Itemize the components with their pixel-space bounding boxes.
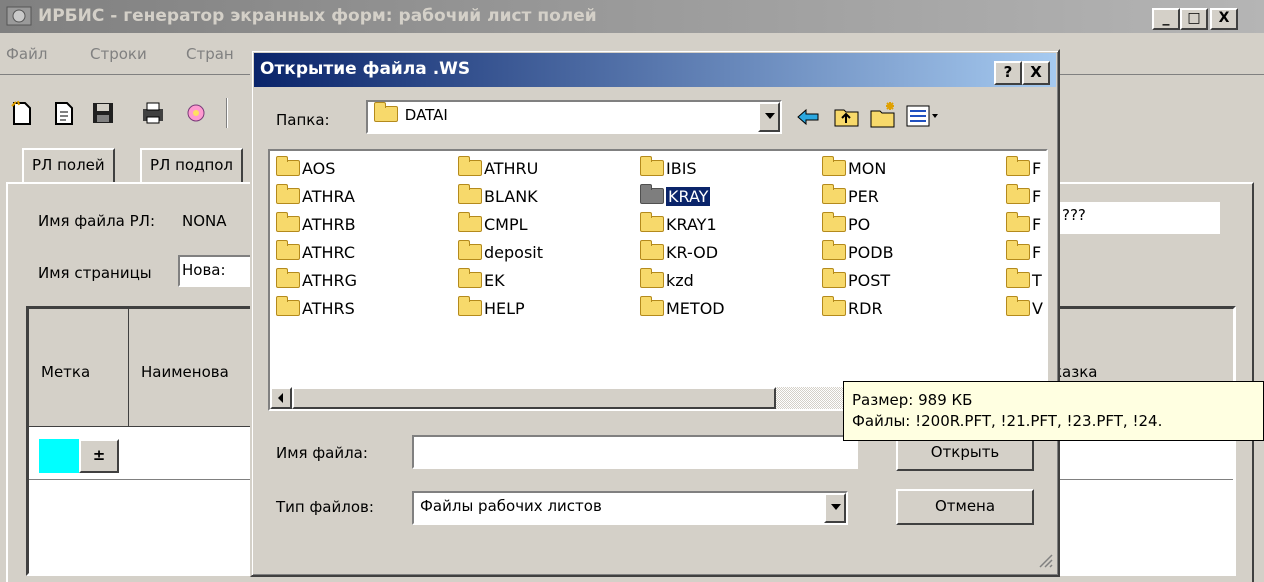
folder-list[interactable]: AOS ATHRA ATHRB ATHRC ATHRG ATHRS ATHRU …: [268, 149, 1048, 411]
dialog-title-bar[interactable]: Открытие файла .WS ? X: [254, 53, 1056, 87]
filetype-combo[interactable]: Файлы рабочих листов: [412, 491, 848, 525]
filename-label: Имя файла:: [276, 444, 368, 462]
folder-label: Папка:: [276, 111, 330, 129]
chevron-down-icon[interactable]: [758, 102, 780, 132]
tab-subfields-worklist[interactable]: РЛ подпол: [140, 148, 244, 184]
folder-item[interactable]: ATHRS: [276, 296, 355, 321]
folder-item[interactable]: CMPL: [458, 212, 528, 237]
folder-item[interactable]: IBIS: [640, 156, 697, 181]
folder-tooltip: Размер: 989 КБ Файлы: !200R.PFT, !21.PFT…: [843, 381, 1264, 441]
resize-grip-icon[interactable]: [1036, 551, 1054, 569]
scroll-thumb[interactable]: [292, 387, 776, 409]
folder-item[interactable]: F: [1006, 156, 1041, 181]
new-folder-icon[interactable]: [870, 101, 898, 129]
row-color-cell[interactable]: [39, 439, 79, 473]
page-name-field[interactable]: Нова:: [178, 255, 252, 287]
folder-item[interactable]: BLANK: [458, 184, 538, 209]
tab-fields-worklist[interactable]: РЛ полей: [22, 148, 115, 184]
folder-item[interactable]: F: [1006, 184, 1041, 209]
view-menu-icon[interactable]: [906, 105, 940, 127]
minimize-button[interactable]: _: [1152, 8, 1180, 30]
page-name-label: Имя страницы: [38, 264, 152, 282]
maximize-button[interactable]: □: [1180, 8, 1208, 30]
tooltip-size: Размер: 989 КБ: [852, 391, 973, 409]
save-icon[interactable]: [92, 102, 114, 124]
main-title-bar[interactable]: ИРБИС - генератор экранных форм: рабочий…: [0, 0, 1264, 33]
chevron-down-icon[interactable]: [824, 493, 846, 523]
folder-item[interactable]: deposit: [458, 240, 543, 265]
folder-item[interactable]: METOD: [640, 296, 725, 321]
folder-icon: [374, 102, 398, 122]
new-icon[interactable]: [10, 100, 34, 126]
folder-item[interactable]: HELP: [458, 296, 525, 321]
open-file-dialog: Открытие файла .WS ? X Папка: DATAI AOS …: [250, 49, 1060, 577]
folder-item[interactable]: EK: [458, 268, 505, 293]
help-button[interactable]: ?: [994, 61, 1022, 85]
folder-item[interactable]: PO: [822, 212, 870, 237]
column-header-name[interactable]: Наименова: [129, 309, 253, 427]
folder-item[interactable]: ATHRG: [276, 268, 357, 293]
worklist-file-field-tail[interactable]: ???: [1060, 202, 1220, 234]
chevron-left-icon: [278, 393, 283, 403]
folder-item-selected[interactable]: KRAY: [640, 184, 711, 209]
up-folder-icon[interactable]: [834, 105, 860, 127]
folder-item[interactable]: PODB: [822, 240, 894, 265]
menu-rows[interactable]: Строки: [90, 45, 147, 63]
worklist-file-label: Имя файла РЛ:: [38, 212, 156, 230]
folder-item[interactable]: KRAY1: [640, 212, 717, 237]
print-icon[interactable]: [140, 100, 166, 126]
folder-item[interactable]: ATHRA: [276, 184, 355, 209]
folder-item[interactable]: PER: [822, 184, 879, 209]
menu-file[interactable]: Файл: [6, 45, 47, 63]
tooltip-files: Файлы: !200R.PFT, !21.PFT, !23.PFT, !24.: [852, 412, 1163, 430]
column-header-tag[interactable]: Метка: [29, 309, 129, 427]
folder-item[interactable]: T: [1006, 268, 1042, 293]
scroll-left-button[interactable]: [270, 387, 292, 409]
folder-item[interactable]: ATHRC: [276, 240, 355, 265]
main-title-text: ИРБИС - генератор экранных форм: рабочий…: [38, 6, 597, 26]
dialog-title: Открытие файла .WS: [260, 59, 471, 79]
folder-item[interactable]: POST: [822, 268, 890, 293]
close-button[interactable]: X: [1210, 8, 1238, 30]
folder-item[interactable]: KR-OD: [640, 240, 718, 265]
app-icon: [6, 6, 32, 26]
folder-item[interactable]: ATHRB: [276, 212, 356, 237]
folder-item[interactable]: MON: [822, 156, 886, 181]
folder-item[interactable]: F: [1006, 212, 1041, 237]
folder-item[interactable]: kzd: [640, 268, 694, 293]
folder-combo[interactable]: DATAI: [366, 100, 782, 134]
cancel-button[interactable]: Отмена: [896, 489, 1034, 525]
folder-item[interactable]: ATHRU: [458, 156, 538, 181]
folder-item[interactable]: V: [1006, 296, 1043, 321]
folder-item[interactable]: RDR: [822, 296, 883, 321]
dialog-close-button[interactable]: X: [1022, 61, 1050, 85]
folder-item[interactable]: F: [1006, 240, 1041, 265]
settings-icon[interactable]: [182, 100, 210, 126]
filetype-label: Тип файлов:: [276, 498, 374, 516]
menu-pages[interactable]: Стран: [186, 45, 234, 63]
filename-input[interactable]: [412, 435, 858, 469]
back-arrow-icon[interactable]: [796, 107, 820, 127]
open-icon[interactable]: [52, 100, 76, 126]
folder-item[interactable]: AOS: [276, 156, 335, 181]
row-dropdown-button[interactable]: ±: [79, 439, 119, 473]
worklist-file-field[interactable]: NONA: [180, 204, 254, 236]
toolbar-separator: [226, 98, 228, 128]
